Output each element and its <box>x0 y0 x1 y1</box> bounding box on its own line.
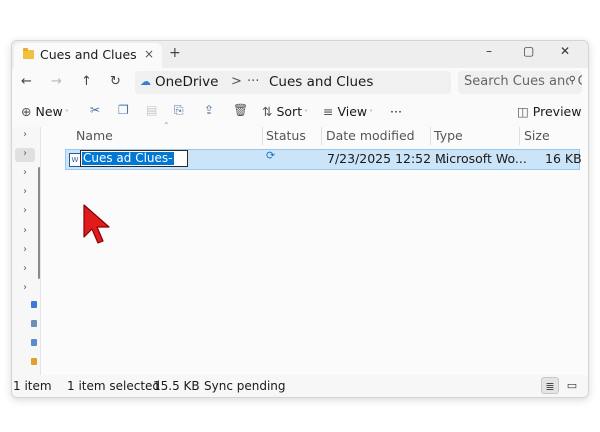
new-tab-icon[interactable]: + <box>169 45 181 61</box>
expand-chevron-icon[interactable]: › <box>23 225 27 236</box>
selected-size: 15.5 KB <box>153 379 200 393</box>
expand-chevron-icon[interactable]: › <box>23 263 27 274</box>
delete-icon[interactable]: 🗑 <box>233 103 248 117</box>
view-icon: ≡ <box>323 104 334 119</box>
tab-cues-and-clues[interactable]: Cues and Clues × <box>14 43 162 68</box>
plus-circle-icon: ⊕ <box>21 104 32 119</box>
view-button[interactable]: ≡ View ˅ <box>323 104 373 119</box>
onedrive-cloud-icon: ☁ <box>140 75 151 88</box>
file-size: 16 KB <box>545 151 582 166</box>
sort-button[interactable]: ⇅ Sort ˅ <box>262 104 308 119</box>
documents-icon[interactable] <box>31 339 37 346</box>
new-button[interactable]: ⊕ New ˅ <box>21 104 69 119</box>
share-icon[interactable]: ⇪ <box>204 103 214 117</box>
sort-label: Sort <box>276 104 303 119</box>
mouse-pointer-icon <box>83 204 110 244</box>
column-header-size[interactable]: Size <box>524 128 550 143</box>
tab-bar: Cues and Clues × + – ▢ ✕ <box>12 41 588 68</box>
file-date-modified: 7/23/2025 12:52 ... <box>327 151 447 166</box>
up-icon[interactable]: ↑ <box>81 74 92 89</box>
new-label: New <box>35 104 63 119</box>
column-divider[interactable] <box>519 127 520 145</box>
column-divider[interactable] <box>321 127 322 145</box>
close-window-icon[interactable]: ✕ <box>560 44 570 58</box>
sort-icon: ⇅ <box>262 104 273 119</box>
more-options-icon[interactable]: ··· <box>390 104 402 119</box>
file-type: Microsoft Wo... <box>435 151 527 166</box>
column-header-date-modified[interactable]: Date modified <box>326 128 415 143</box>
refresh-icon[interactable]: ↻ <box>110 74 121 89</box>
tab-close-icon[interactable]: × <box>144 47 154 61</box>
rename-input[interactable]: Cues ad Clues- <box>80 150 188 167</box>
folder-icon <box>23 48 34 59</box>
breadcrumb-cues-and-clues[interactable]: Cues and Clues <box>269 74 373 90</box>
expand-chevron-icon[interactable]: › <box>23 282 27 293</box>
search-icon: ⚲ <box>568 75 576 86</box>
sort-caret-icon: ⌃ <box>163 121 170 130</box>
nav-scrollbar[interactable] <box>38 167 40 279</box>
chevron-right-icon[interactable]: > <box>231 74 242 89</box>
tiles-view-icon[interactable]: ▭ <box>563 377 581 394</box>
item-count: 1 item <box>13 379 52 393</box>
preview-pane-icon: ◫ <box>517 104 529 119</box>
address-bar: ← → ↑ ↻ ☁ OneDrive > ··· Cues and Clues … <box>12 68 588 98</box>
downloads-icon[interactable] <box>31 320 37 327</box>
navigation-pane: › › › › › › › › › <box>12 127 41 375</box>
column-divider[interactable] <box>262 127 263 145</box>
forward-icon[interactable]: → <box>51 74 62 89</box>
status-bar: 1 item 1 item selected 15.5 KB Sync pend… <box>12 375 588 397</box>
preview-label: Preview <box>532 104 582 119</box>
column-header-status[interactable]: Status <box>266 128 306 143</box>
file-list: ⌃ Name Status Date modified Type Size W … <box>41 121 588 375</box>
expand-chevron-icon[interactable]: › <box>23 205 27 216</box>
view-label: View <box>337 104 368 119</box>
breadcrumb[interactable]: ☁ OneDrive > ··· Cues and Clues <box>135 71 451 94</box>
table-row[interactable]: W Cues ad Clues- ⟳ 7/23/2025 12:52 ... M… <box>65 149 582 170</box>
preview-button[interactable]: ◫ Preview <box>517 104 581 119</box>
command-bar: ⊕ New ˅ ✂ ❐ ▤ ⎘ ⇪ 🗑 ⇅ Sort ˅ ≡ View ˅ ··· ◫… <box>12 98 588 128</box>
sync-pending-icon: ⟳ <box>266 149 276 162</box>
expand-chevron-icon[interactable]: › <box>23 244 27 255</box>
expand-chevron-icon[interactable]: › <box>15 148 35 162</box>
back-icon[interactable]: ← <box>21 74 32 89</box>
column-header-name[interactable]: Name <box>76 128 113 143</box>
cut-icon[interactable]: ✂ <box>90 103 100 117</box>
search-input[interactable]: Search Cues and Clues <box>464 74 582 89</box>
desktop-icon[interactable] <box>31 301 37 308</box>
selected-count: 1 item selected <box>67 379 161 393</box>
minimize-icon[interactable]: – <box>486 44 492 58</box>
breadcrumb-more-icon[interactable]: ··· <box>247 74 259 89</box>
pictures-icon[interactable] <box>31 358 37 365</box>
expand-chevron-icon[interactable]: › <box>23 129 27 140</box>
expand-chevron-icon[interactable]: › <box>23 167 27 178</box>
paste-icon[interactable]: ▤ <box>146 103 157 117</box>
details-view-icon[interactable]: ≣ <box>541 377 559 394</box>
rename-icon[interactable]: ⎘ <box>174 103 184 118</box>
copy-icon[interactable]: ❐ <box>118 103 129 117</box>
search-box[interactable]: Search Cues and Clues ⚲ <box>458 71 582 94</box>
breadcrumb-onedrive[interactable]: OneDrive <box>155 74 218 90</box>
maximize-icon[interactable]: ▢ <box>523 44 534 58</box>
tab-title: Cues and Clues <box>40 47 137 62</box>
column-header-type[interactable]: Type <box>434 128 463 143</box>
column-divider[interactable] <box>430 127 431 145</box>
rename-selected-text[interactable]: Cues ad Clues- <box>82 152 174 165</box>
sync-status: Sync pending <box>204 379 286 393</box>
expand-chevron-icon[interactable]: › <box>23 186 27 197</box>
